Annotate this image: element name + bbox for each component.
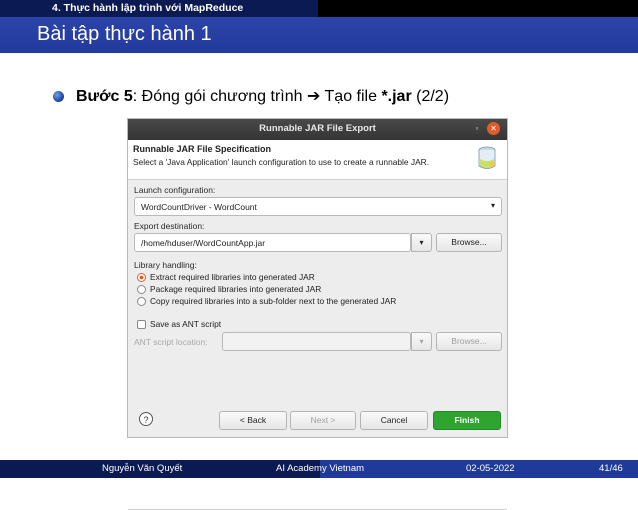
bullet-part1: : Đóng gói chương trình <box>132 88 307 105</box>
slide-title: Bài tập thực hành 1 <box>37 23 212 45</box>
jar-icon <box>478 146 496 169</box>
minimize-icon[interactable]: ▫ <box>472 124 482 134</box>
bullet-text: Bước 5: Đóng gói chương trình ➔ Tạo file… <box>76 86 449 106</box>
section-title: 4. Thực hành lập trình với MapReduce <box>52 2 244 14</box>
export-destination-input[interactable]: /home/hduser/WordCountApp.jar <box>134 233 411 252</box>
launch-config-value: WordCountDriver - WordCount <box>141 202 257 212</box>
jar-label: *.jar <box>381 88 412 105</box>
next-button[interactable]: Next > <box>290 411 356 430</box>
spec-description: Select a 'Java Application' launch confi… <box>133 157 430 167</box>
footer-org: AI Academy Vietnam <box>276 463 365 474</box>
launch-config-select[interactable]: WordCountDriver - WordCount ▾ <box>134 197 502 216</box>
export-destination-label: Export destination: <box>134 221 205 231</box>
bullet-icon <box>53 91 64 102</box>
ant-browse-button[interactable]: Browse... <box>436 332 502 351</box>
footer-date: 02-05-2022 <box>466 463 515 474</box>
arrow-icon: ➔ <box>306 88 321 105</box>
step-label: Bước 5 <box>76 88 133 105</box>
copy-libraries-label[interactable]: Copy required libraries into a sub-folde… <box>150 296 396 306</box>
export-destination-value: /home/hduser/WordCountApp.jar <box>141 238 266 248</box>
library-handling-label: Library handling: <box>134 260 197 270</box>
save-ant-checkbox[interactable] <box>137 320 146 329</box>
finish-button[interactable]: Finish <box>433 411 501 430</box>
ant-location-label: ANT script location: <box>134 337 208 347</box>
ant-dropdown-button[interactable]: ▾ <box>411 332 432 351</box>
spec-title: Runnable JAR File Specification <box>133 144 272 154</box>
history-dropdown-button[interactable]: ▾ <box>411 233 432 252</box>
launch-config-label: Launch configuration: <box>134 185 216 195</box>
copy-libraries-radio[interactable] <box>137 297 146 306</box>
save-ant-label[interactable]: Save as ANT script <box>150 319 221 329</box>
chevron-down-icon: ▾ <box>419 337 424 346</box>
bullet-part3: (2/2) <box>411 88 450 105</box>
extract-libraries-label[interactable]: Extract required libraries into generate… <box>150 272 315 282</box>
package-libraries-label[interactable]: Package required libraries into generate… <box>150 284 321 294</box>
extract-libraries-radio[interactable] <box>137 273 146 282</box>
package-libraries-radio[interactable] <box>137 285 146 294</box>
close-icon[interactable]: ✕ <box>487 122 500 135</box>
ant-location-input[interactable] <box>222 332 411 351</box>
browse-button[interactable]: Browse... <box>436 233 502 252</box>
help-icon[interactable]: ? <box>139 412 153 426</box>
dialog-header: Runnable JAR File Specification Select a… <box>128 140 507 180</box>
footer-author: Nguyễn Văn Quyết <box>102 463 183 474</box>
bullet-part2: Tạo file <box>320 88 382 105</box>
footer-page: 41/46 <box>599 463 623 474</box>
back-button[interactable]: < Back <box>219 411 287 430</box>
dialog-title: Runnable JAR File Export <box>259 123 376 134</box>
chevron-down-icon: ▾ <box>419 238 424 247</box>
chevron-down-icon: ▾ <box>490 201 495 210</box>
cancel-button[interactable]: Cancel <box>360 411 428 430</box>
export-dialog: Runnable JAR File Export ▫ ✕ Runnable JA… <box>127 118 508 510</box>
